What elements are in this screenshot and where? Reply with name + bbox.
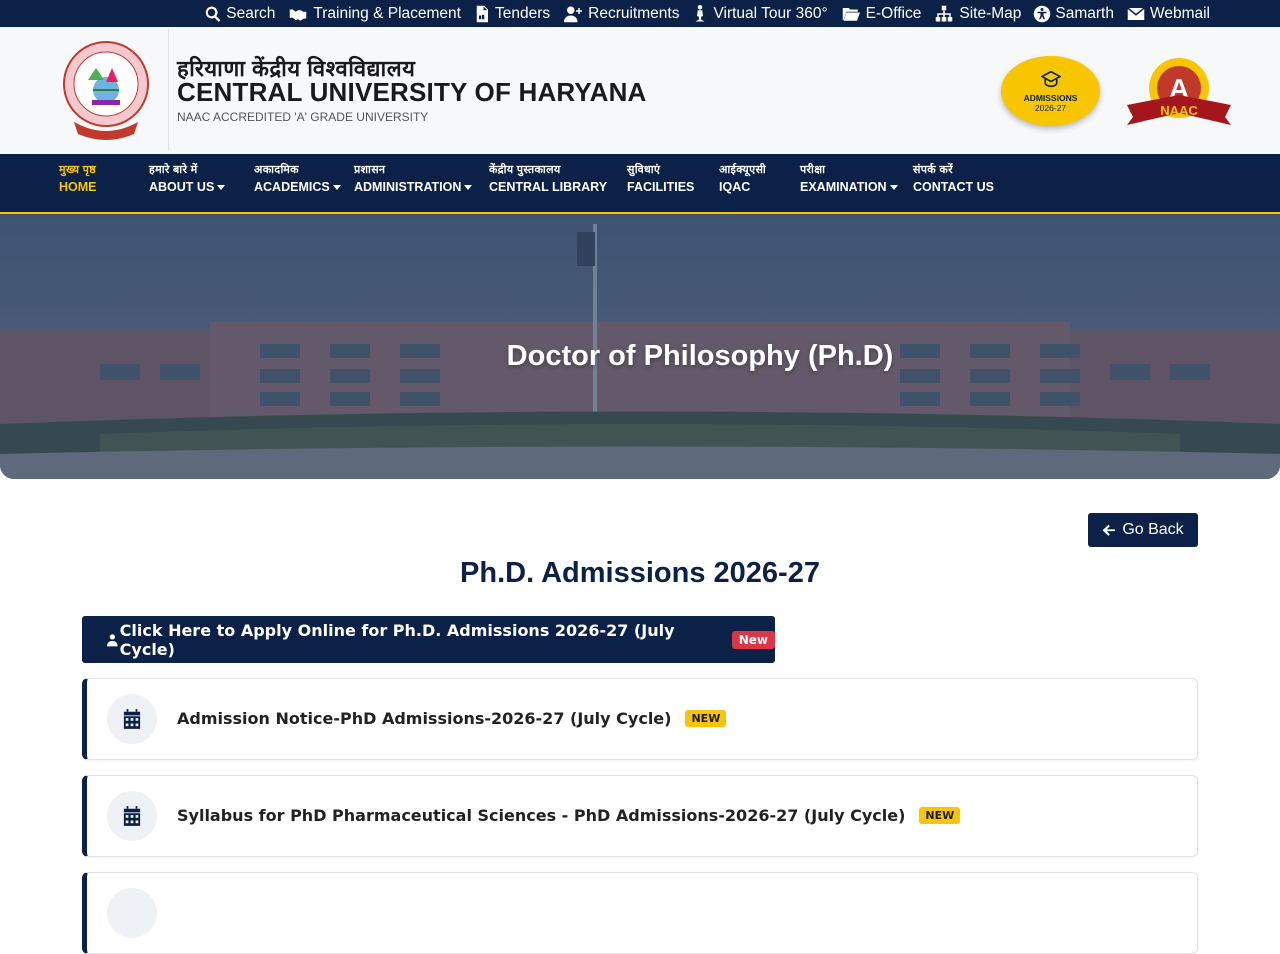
nav-iqac-hindi: आईक्यूएसी: [719, 164, 767, 176]
calendar-icon: [123, 806, 141, 826]
naac-label: NAAC: [1160, 103, 1198, 118]
nav-about-us-hindi: हमारे बारे में: [149, 164, 198, 176]
page-banner: Doctor of Philosophy (Ph.D): [0, 214, 1280, 479]
nav-examination-label: EXAMINATION: [800, 180, 887, 194]
envelope-icon: [1127, 6, 1145, 20]
main-navigation: मुख्य पृष्ठ HOME हमारे बारे में ABOUT US…: [0, 154, 1280, 214]
topbar-search-label: Search: [226, 4, 276, 22]
topbar-eoffice-label: E-Office: [865, 4, 922, 22]
calendar-icon: [123, 709, 141, 729]
nav-central-library-label: CENTRAL LIBRARY: [489, 180, 608, 194]
go-back-label: Go Back: [1122, 521, 1184, 538]
admissions-badge[interactable]: ADMISSIONS 2026-27: [1001, 56, 1100, 126]
topbar-sitemap-link[interactable]: Site-Map: [933, 5, 1021, 23]
handshake-icon: [290, 9, 307, 21]
topbar-search-link[interactable]: Search: [204, 5, 275, 23]
nav-about-us-wrap: ABOUT US: [149, 180, 226, 194]
list-item-partial[interactable]: [82, 872, 1198, 954]
nav-administration-wrap: ADMINISTRATION: [354, 180, 473, 194]
card-text: Admission Notice-PhD Admissions-2026-27 …: [177, 709, 727, 728]
new-badge: NEW: [685, 710, 727, 727]
topbar-sitemap-label: Site-Map: [959, 4, 1022, 22]
top-utility-bar: Search Training & Placement Tenders Recr…: [0, 0, 1280, 27]
nav-contact-us-label: CONTACT US: [913, 180, 995, 194]
topbar-virtual-tour-link[interactable]: Virtual Tour 360°: [691, 4, 828, 23]
site-header: हरियाणा केंद्रीय विश्वविद्यालय CENTRAL U…: [0, 27, 1280, 154]
admissions-badge-line2: 2026-27: [1034, 103, 1067, 113]
nav-home-hindi: मुख्य पृष्ठ: [59, 164, 96, 176]
nav-academics-label: ACADEMICS: [254, 180, 330, 194]
graduation-cap-icon: [1039, 70, 1062, 88]
nav-central-library-hindi: केंद्रीय पुस्तकालय: [489, 164, 561, 176]
card-icon-wrap: [107, 791, 157, 841]
topbar-eoffice-link[interactable]: E-Office: [840, 4, 922, 23]
go-back-button[interactable]: Go Back: [1088, 513, 1198, 547]
nav-about-us-label: ABOUT US: [149, 180, 215, 194]
new-badge: New: [731, 630, 775, 649]
file-pdf-icon: [476, 5, 488, 22]
nav-iqac-label: IQAC: [719, 180, 751, 194]
admissions-badge-line1: ADMISSIONS: [1023, 93, 1078, 103]
topbar-training-label: Training & Placement: [313, 4, 461, 22]
nav-examination-wrap: EXAMINATION: [800, 180, 898, 194]
caret-down-icon: [217, 184, 226, 190]
banner-title: Doctor of Philosophy (Ph.D): [506, 340, 894, 372]
naac-logo: A NAAC: [1127, 58, 1231, 125]
topbar-virtual-tour-label: Virtual Tour 360°: [713, 4, 828, 22]
nav-administration-label: ADMINISTRATION: [354, 180, 462, 194]
header-divider: [168, 29, 169, 151]
nav-academics-hindi: अकादमिक: [254, 164, 299, 176]
topbar-tenders-link[interactable]: Tenders: [473, 5, 550, 23]
accessibility-icon: [1034, 5, 1051, 22]
page-title: Ph.D. Admissions 2026-27: [460, 557, 820, 589]
nav-examination-hindi: परीक्षा: [800, 164, 826, 176]
topbar-samarth-link[interactable]: Samarth: [1033, 5, 1114, 23]
arrow-left-icon: [1102, 524, 1116, 536]
nav-academics-wrap: ACADEMICS: [254, 180, 341, 194]
topbar-webmail-link[interactable]: Webmail: [1126, 5, 1210, 23]
caret-down-icon: [889, 184, 898, 190]
topbar-training-link[interactable]: Training & Placement: [287, 5, 461, 23]
topbar-tenders-label: Tenders: [494, 4, 551, 22]
card-title: Syllabus for PhD Pharmaceutical Sciences…: [177, 806, 906, 825]
nav-facilities-label: FACILITIES: [627, 180, 695, 194]
list-item[interactable]: Syllabus for PhD Pharmaceutical Sciences…: [82, 775, 1198, 857]
topbar-recruitments-label: Recruitments: [588, 4, 680, 22]
card-text: Syllabus for PhD Pharmaceutical Sciences…: [177, 806, 961, 825]
card-icon-wrap: [107, 888, 157, 938]
sitemap-icon: [936, 5, 953, 21]
accreditation-text: NAAC ACCREDITED 'A' GRADE UNIVERSITY: [177, 110, 429, 124]
university-logo[interactable]: [62, 40, 150, 140]
user-tie-icon: [107, 633, 118, 646]
university-name[interactable]: CENTRAL UNIVERSITY OF HARYANA: [177, 77, 647, 108]
card-title: Admission Notice-PhD Admissions-2026-27 …: [177, 709, 672, 728]
nav-administration-hindi: प्रशासन: [354, 164, 386, 176]
topbar-webmail-label: Webmail: [1149, 4, 1210, 22]
nav-facilities-hindi: सुविधाएं: [627, 164, 661, 176]
folder-open-icon: [842, 7, 860, 21]
new-badge: NEW: [919, 807, 961, 824]
nav-home-label: HOME: [59, 180, 97, 194]
topbar-recruitments-link[interactable]: Recruitments: [562, 5, 679, 23]
card-icon-wrap: [107, 694, 157, 744]
topbar-samarth-label: Samarth: [1055, 4, 1114, 22]
list-item[interactable]: Admission Notice-PhD Admissions-2026-27 …: [82, 678, 1198, 760]
person-walking-icon: [695, 4, 705, 21]
user-plus-icon: [564, 6, 583, 22]
caret-down-icon: [332, 184, 341, 190]
apply-online-label: Click Here to Apply Online for Ph.D. Adm…: [119, 620, 675, 659]
apply-online-button[interactable]: Click Here to Apply Online for Ph.D. Adm…: [82, 616, 775, 663]
utility-links: Search Training & Placement Tenders Recr…: [204, 0, 1210, 27]
search-icon: [206, 6, 221, 22]
caret-down-icon: [464, 184, 473, 190]
nav-contact-us-hindi: संपर्क करें: [913, 164, 953, 176]
